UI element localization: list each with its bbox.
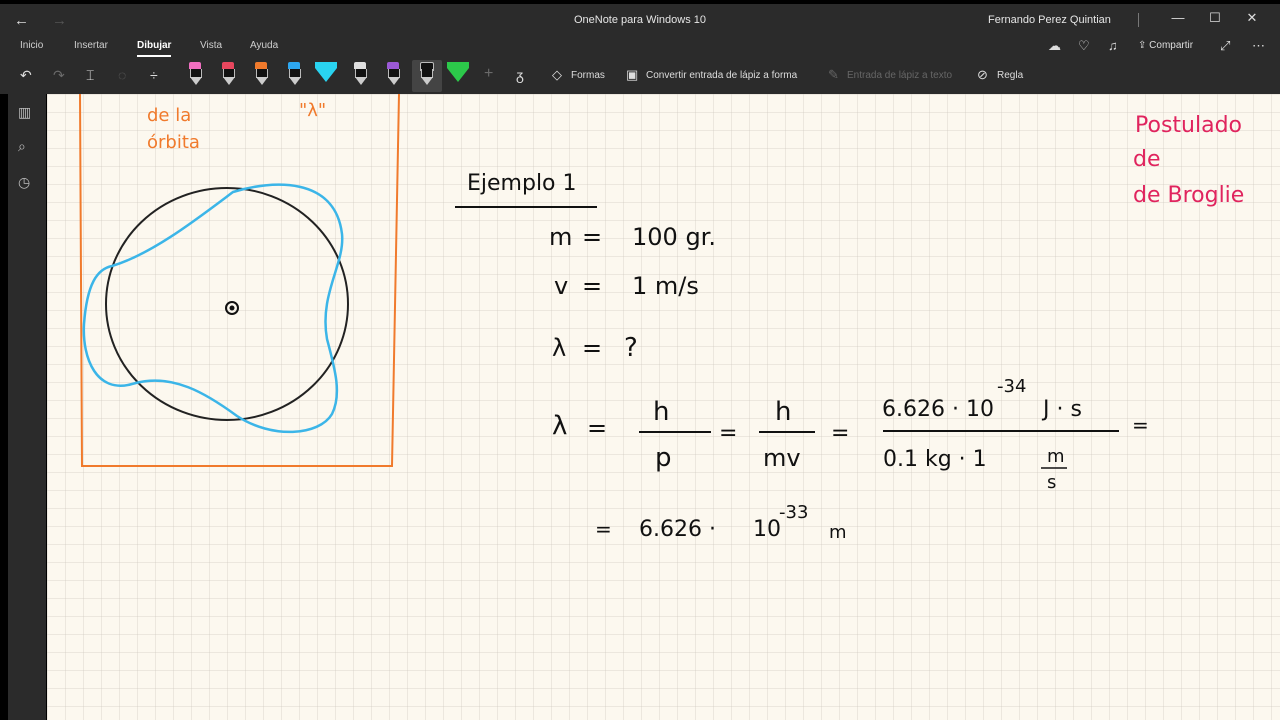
search-icon[interactable]: ⌕	[18, 138, 26, 155]
shapes-icon: ◇	[552, 67, 562, 82]
result-unit: m	[829, 522, 847, 543]
frac2-num: h	[775, 397, 791, 427]
result-exp: -33	[779, 502, 808, 523]
side-note-line3: de Broglie	[1133, 183, 1244, 208]
side-note-line1: Postulado	[1135, 113, 1242, 138]
result-coef: 6.626 ·	[639, 517, 716, 542]
left-nav: ▥ ⌕ ◷	[8, 94, 46, 720]
given-m-eq: =	[582, 223, 602, 251]
given-m-value: 100 gr.	[632, 223, 716, 251]
user-name[interactable]: Fernando Perez Quintian	[988, 14, 1111, 26]
given-m-var: m	[549, 223, 572, 251]
given-v-value: 1 m/s	[632, 272, 699, 300]
pen-white[interactable]	[353, 62, 367, 86]
formula-eq3: =	[831, 421, 849, 446]
redo-icon[interactable]: ↷	[53, 67, 65, 84]
title-bar: ← → OneNote para Windows 10 Fernando Per…	[0, 4, 1280, 36]
given-lambda-var: λ	[552, 334, 566, 362]
frac1-num: h	[653, 397, 669, 427]
expand-icon[interactable]: ⤢	[1220, 38, 1230, 54]
maximize-button[interactable]: ☐	[1205, 10, 1225, 26]
pen-blue[interactable]	[287, 62, 301, 86]
fragment-line1: de la	[147, 105, 191, 126]
formula-eq2: =	[719, 421, 737, 446]
given-v-var: v	[554, 272, 568, 300]
given-lambda-eq: =	[582, 334, 602, 362]
more-options-icon[interactable]: ⋯	[1252, 38, 1265, 54]
result-eq: =	[595, 517, 612, 541]
pen-pink[interactable]	[188, 62, 202, 86]
recent-icon[interactable]: ◷	[18, 174, 30, 191]
active-tab-indicator	[137, 55, 171, 57]
orange-frame	[79, 94, 400, 467]
highlighter-cyan[interactable]	[315, 62, 337, 86]
convert-text-icon: ✎	[828, 67, 839, 82]
formula-lambda: λ	[552, 411, 567, 441]
result-base: 10	[753, 517, 781, 542]
frac3-den-unit-num: m	[1047, 446, 1065, 467]
formula-eq1: =	[587, 414, 607, 442]
pen-red[interactable]	[221, 62, 235, 86]
share-button[interactable]: ⇪ Compartir	[1138, 40, 1193, 51]
given-lambda-value: ?	[624, 333, 638, 363]
minimize-button[interactable]: —	[1168, 10, 1188, 25]
fragment-line2: órbita	[147, 132, 200, 153]
frac3-den-unit-den: s	[1047, 472, 1056, 493]
pen-purple[interactable]	[386, 62, 400, 86]
tab-insertar[interactable]: Insertar	[74, 40, 108, 51]
frac1-den: p	[655, 443, 672, 473]
lasso-select-icon[interactable]: ◌	[118, 67, 126, 83]
given-v-eq: =	[582, 272, 602, 300]
lightbulb-icon[interactable]: ♡	[1078, 38, 1090, 54]
share-label: Compartir	[1149, 40, 1194, 51]
ink-layer: de la órbita "λ" Postulado de de Broglie…	[79, 94, 1244, 543]
bell-icon[interactable]: ♫	[1108, 38, 1118, 53]
ribbon-tabs: Inicio Insertar Dibujar Vista Ayuda ☁ ♡ …	[0, 36, 1280, 58]
side-note-line2: de	[1133, 147, 1161, 172]
nucleus-core	[229, 305, 235, 311]
ink-to-text-button[interactable]: Entrada de lápiz a texto	[847, 70, 952, 81]
formula-eq4: =	[1132, 413, 1149, 437]
sync-icon[interactable]: ☁	[1048, 38, 1061, 54]
frac3-num-exp: -34	[997, 376, 1026, 397]
share-icon: ⇪	[1138, 40, 1150, 51]
ink-effects-icon[interactable]: ᵹ	[516, 67, 524, 83]
add-pen-icon[interactable]: +	[484, 65, 493, 83]
type-select-icon[interactable]: ⌶	[86, 67, 94, 84]
ruler-button[interactable]: Regla	[997, 70, 1023, 81]
pen-orange[interactable]	[254, 62, 268, 86]
add-space-icon[interactable]: ÷	[150, 67, 158, 83]
pen-black[interactable]	[419, 62, 434, 86]
fragment-lambda: "λ"	[299, 100, 326, 121]
convert-ink-shape-button[interactable]: Convertir entrada de lápiz a forma	[646, 70, 797, 81]
shapes-button[interactable]: Formas	[571, 70, 605, 81]
convert-shape-icon: ▣	[626, 67, 639, 82]
draw-toolbar: ↶ ↷ ⌶ ◌ ÷ + ᵹ ◇ Formas ▣ Convertir entra…	[0, 58, 1280, 94]
frac3-den: 0.1 kg · 1	[883, 447, 987, 472]
ruler-icon: ⊘	[977, 67, 988, 82]
note-canvas[interactable]: de la órbita "λ" Postulado de de Broglie…	[47, 94, 1280, 720]
title-divider	[1138, 13, 1139, 27]
example-title: Ejemplo 1	[467, 171, 577, 196]
close-button[interactable]: ✕	[1242, 10, 1262, 26]
notebooks-icon[interactable]: ▥	[18, 104, 31, 121]
undo-icon[interactable]: ↶	[20, 67, 32, 84]
tab-ayuda[interactable]: Ayuda	[250, 40, 278, 51]
tab-inicio[interactable]: Inicio	[20, 40, 43, 51]
frac3-num-base: 6.626 · 10	[882, 397, 994, 422]
highlighter-green[interactable]	[447, 62, 469, 86]
frac2-den: mv	[763, 444, 801, 472]
tab-dibujar[interactable]: Dibujar	[137, 40, 171, 51]
tab-vista[interactable]: Vista	[200, 40, 222, 51]
frac3-num-unit: J · s	[1041, 397, 1082, 422]
